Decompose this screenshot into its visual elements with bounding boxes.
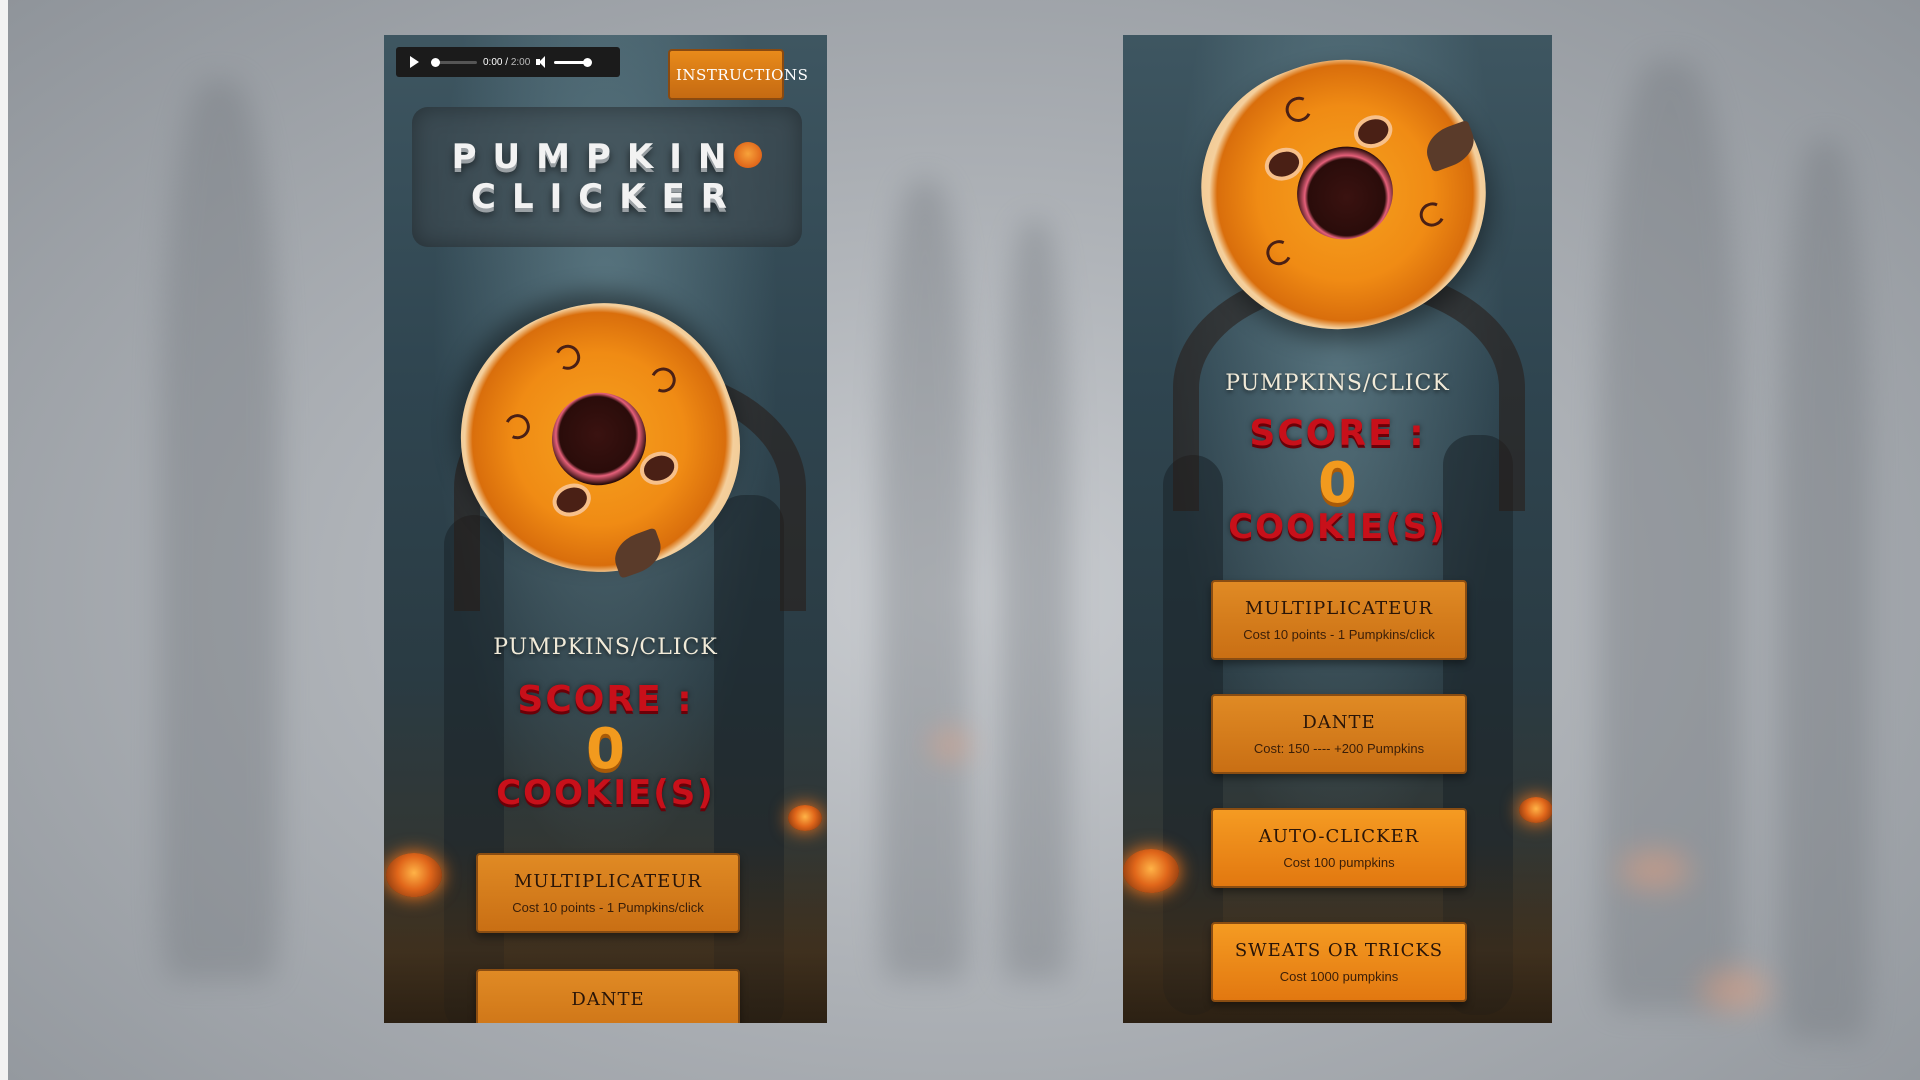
shop-item-desc: Cost 1000 pumpkins [1279, 969, 1399, 984]
cookie-stem [1420, 119, 1481, 173]
score-unit: COOKIE(S) [1228, 507, 1447, 547]
audio-time: 0:00 / 2:00 [483, 56, 531, 68]
volume-icon[interactable] [536, 56, 548, 68]
seek-handle[interactable] [431, 57, 440, 67]
cookie-decoration [1282, 93, 1315, 126]
cookie-decoration [551, 341, 584, 374]
pumpkins-per-click-label: PUMPKINS/CLICK [493, 635, 718, 660]
instructions-button[interactable]: INSTRUCTIONS [668, 49, 808, 100]
cookie-decoration [501, 411, 534, 444]
cookie-eye [548, 478, 596, 522]
shop-item-desc: Cost 100 pumpkins [1283, 855, 1395, 870]
background-tree [160, 80, 280, 980]
audio-player: 0:00 / 2:00 [396, 47, 620, 77]
title-line-1: PUMPKIN [452, 137, 763, 177]
score-label: SCORE : [1249, 413, 1426, 454]
misty-forest-background [0, 0, 1920, 1080]
shop-item-title: MULTIPLICATEUR [513, 871, 703, 892]
jack-o-lantern [386, 853, 442, 897]
shop-item-desc: Cost 10 points - 1 Pumpkins/click [512, 900, 704, 915]
shop-dante-button[interactable]: DANTE [476, 969, 740, 1023]
shop-sweats-or-tricks-button[interactable]: SWEATS OR TRICKS Cost 1000 pumpkins [1211, 922, 1467, 1002]
shop-item-title: AUTO-CLICKER [1258, 826, 1420, 847]
audio-current-time: 0:00 [483, 56, 503, 68]
play-icon[interactable] [410, 56, 419, 68]
background-tree [1780, 140, 1870, 1040]
cookie-mouth [1284, 133, 1406, 253]
audio-duration: 2:00 [510, 56, 531, 68]
title-line-2: CLICKER [471, 177, 743, 217]
background-pumpkin-glow [1620, 850, 1690, 890]
shop-item-desc: Cost: 150 ---- +200 Pumpkins [1253, 741, 1425, 756]
volume-slider[interactable] [554, 57, 593, 67]
shop-item-title: DANTE [571, 989, 645, 1010]
pumpkins-per-click-label: PUMPKINS/CLICK [1225, 371, 1450, 396]
shop-multiplicateur-button[interactable]: MULTIPLICATEUR Cost 10 points - 1 Pumpki… [476, 853, 740, 933]
background-tree [1000, 220, 1070, 980]
audio-seek-bar[interactable] [431, 57, 477, 67]
mobile-view-scrolled: PUMPKINS/CLICK SCORE : 0 COOKIE(S) MULTI… [1123, 35, 1552, 1023]
background-tree [880, 180, 970, 980]
pumpkin-emoji-icon [734, 141, 763, 168]
title-text-1: PUMPKIN [451, 137, 743, 177]
score-unit: COOKIE(S) [496, 773, 715, 813]
page-edge [0, 0, 8, 1080]
shop-item-desc: Cost 10 points - 1 Pumpkins/click [1243, 627, 1435, 642]
volume-handle[interactable] [583, 57, 593, 67]
shop-multiplicateur-button[interactable]: MULTIPLICATEUR Cost 10 points - 1 Pumpki… [1211, 580, 1467, 660]
shop-item-title: SWEATS OR TRICKS [1234, 940, 1444, 961]
background-pumpkin-glow [930, 730, 970, 760]
mobile-view-top: 0:00 / 2:00 INSTRUCTIONS PUMPKIN CLICKER… [384, 35, 827, 1023]
cookie-decoration [647, 363, 680, 396]
shop-item-title: DANTE [1302, 712, 1376, 733]
score-label: SCORE : [517, 679, 694, 720]
jack-o-lantern [1519, 797, 1552, 823]
cookie-decoration [1415, 198, 1449, 231]
shop-dante-button[interactable]: DANTE Cost: 150 ---- +200 Pumpkins [1211, 694, 1467, 774]
cookie-mouth [539, 380, 659, 498]
background-pumpkin-glow [1700, 970, 1770, 1010]
shop-auto-clicker-button[interactable]: AUTO-CLICKER Cost 100 pumpkins [1211, 808, 1467, 888]
title-banner: PUMPKIN CLICKER [412, 107, 802, 247]
jack-o-lantern [1123, 849, 1179, 893]
cookie-decoration [1262, 236, 1296, 269]
shop-item-title: MULTIPLICATEUR [1244, 598, 1434, 619]
